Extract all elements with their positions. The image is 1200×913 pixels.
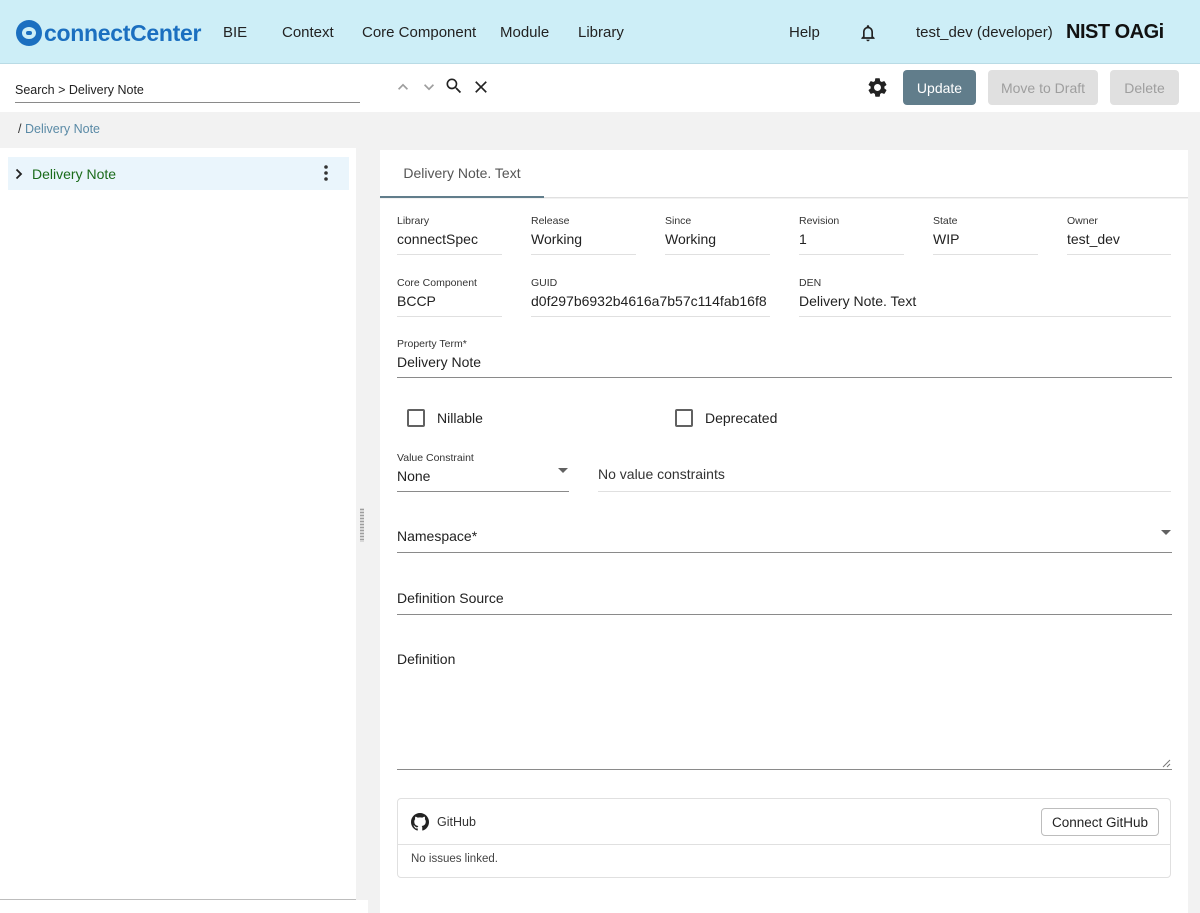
nav-module[interactable]: Module — [500, 24, 549, 41]
deprecated-label[interactable]: Deprecated — [705, 410, 777, 426]
user-menu[interactable]: test_dev (developer) — [916, 24, 1053, 41]
top-nav-bar: connectCenter BIE Context Core Component… — [0, 0, 1200, 64]
more-vert-icon[interactable] — [321, 164, 331, 182]
nist-oagi-logo: NIST OAGi — [1066, 21, 1164, 43]
github-title: GitHub — [437, 815, 476, 829]
github-icon — [411, 813, 429, 831]
nillable-checkbox[interactable] — [407, 409, 425, 427]
chevron-up-icon[interactable] — [393, 77, 413, 97]
nav-core-component[interactable]: Core Component — [362, 24, 476, 41]
nav-context[interactable]: Context — [282, 24, 334, 41]
core-component-field: Core Component BCCP — [397, 277, 502, 317]
breadcrumb-current[interactable]: Delivery Note — [25, 122, 100, 136]
namespace-dropdown-arrow-icon[interactable] — [1161, 530, 1171, 535]
nillable-label[interactable]: Nillable — [437, 410, 483, 426]
state-field: State WIP — [933, 215, 1038, 255]
connect-github-button[interactable]: Connect GitHub — [1041, 808, 1159, 836]
logo-icon — [16, 20, 42, 46]
expand-chevron-icon[interactable] — [13, 168, 25, 180]
tree-search-input[interactable] — [15, 78, 360, 103]
resize-handle-icon[interactable] — [1162, 759, 1171, 768]
value-constraint-select[interactable]: Value Constraint None — [397, 452, 569, 492]
breadcrumb: / Delivery Note — [0, 112, 1200, 148]
deprecated-checkbox[interactable] — [675, 409, 693, 427]
detail-tab-bar: Delivery Note. Text — [380, 150, 1188, 198]
chevron-down-icon[interactable] — [419, 77, 439, 97]
nav-help[interactable]: Help — [789, 24, 820, 41]
notification-bell-icon[interactable] — [858, 22, 878, 44]
divider — [398, 844, 1170, 845]
delete-button[interactable]: Delete — [1110, 70, 1179, 105]
revision-field: Revision 1 — [799, 215, 904, 255]
property-term-field[interactable]: Property Term* Delivery Note — [397, 338, 1172, 378]
library-field: Library connectSpec — [397, 215, 502, 255]
settings-gear-icon[interactable] — [866, 76, 889, 99]
tree-node-label[interactable]: Delivery Note — [32, 166, 116, 182]
value-constraint-text: No value constraints — [598, 452, 1171, 492]
since-field: Since Working — [665, 215, 770, 255]
nav-bie[interactable]: BIE — [223, 24, 247, 41]
drag-handle-icon[interactable] — [360, 508, 364, 542]
tab-delivery-note-text[interactable]: Delivery Note. Text — [380, 150, 544, 198]
close-icon[interactable] — [471, 77, 491, 97]
breadcrumb-separator: / — [18, 122, 22, 136]
den-field: DEN Delivery Note. Text — [799, 277, 1171, 317]
tree-node-root[interactable]: Delivery Note — [8, 157, 349, 190]
owner-field: Owner test_dev — [1067, 215, 1171, 255]
dropdown-arrow-icon[interactable] — [558, 468, 568, 473]
tree-panel — [0, 148, 356, 900]
definition-source-input[interactable]: Definition Source — [397, 577, 1172, 615]
app-logo[interactable]: connectCenter — [16, 18, 201, 48]
logo-text: connectCenter — [44, 19, 202, 46]
github-issues-card: GitHub Connect GitHub No issues linked. — [397, 798, 1171, 878]
release-field: Release Working — [531, 215, 636, 255]
update-button[interactable]: Update — [903, 70, 976, 105]
nav-library[interactable]: Library — [578, 24, 624, 41]
guid-field[interactable]: GUID d0f297b6932b4616a7b57c114fab16f8 — [531, 277, 770, 317]
panel-splitter[interactable] — [356, 148, 368, 900]
namespace-select[interactable]: Namespace* — [397, 515, 1172, 553]
move-to-draft-button[interactable]: Move to Draft — [988, 70, 1098, 105]
definition-textarea[interactable]: Definition — [397, 638, 1172, 770]
search-icon[interactable] — [444, 76, 464, 96]
github-empty-text: No issues linked. — [411, 853, 498, 865]
